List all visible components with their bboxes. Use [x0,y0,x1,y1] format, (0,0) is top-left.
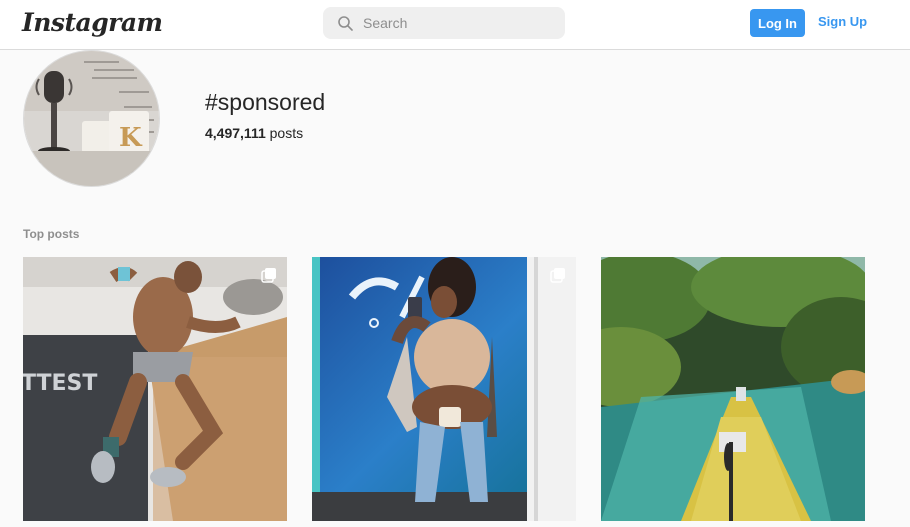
post-count-suffix: posts [265,125,304,141]
instagram-logo[interactable]: Instagram [22,8,163,37]
post-tile-2[interactable] [312,257,576,521]
post-image-2 [312,257,576,521]
search-icon [338,15,353,31]
top-navigation-bar: Instagram Log In Sign Up [0,0,910,50]
post-tile-1[interactable]: TTEST [23,257,287,521]
login-button[interactable]: Log In [750,9,805,37]
hashtag-title: #sponsored [205,89,326,115]
post-tile-3[interactable] [601,257,865,521]
signup-link[interactable]: Sign Up [818,14,867,29]
svg-text:TTEST: TTEST [23,371,97,396]
post-image-3 [601,257,865,521]
multiple-images-icon [261,268,276,283]
svg-text:K: K [119,123,143,153]
post-count-number: 4,497,111 [205,125,266,141]
hashtag-avatar: K [23,50,160,187]
post-count: 4,497,111 posts [205,125,303,141]
search-input[interactable] [363,15,543,31]
post-image-1: TTEST [23,257,287,521]
hashtag-avatar-image: K [24,51,159,186]
multiple-images-icon [550,268,565,283]
top-posts-heading: Top posts [23,227,80,241]
search-box[interactable] [323,7,565,39]
